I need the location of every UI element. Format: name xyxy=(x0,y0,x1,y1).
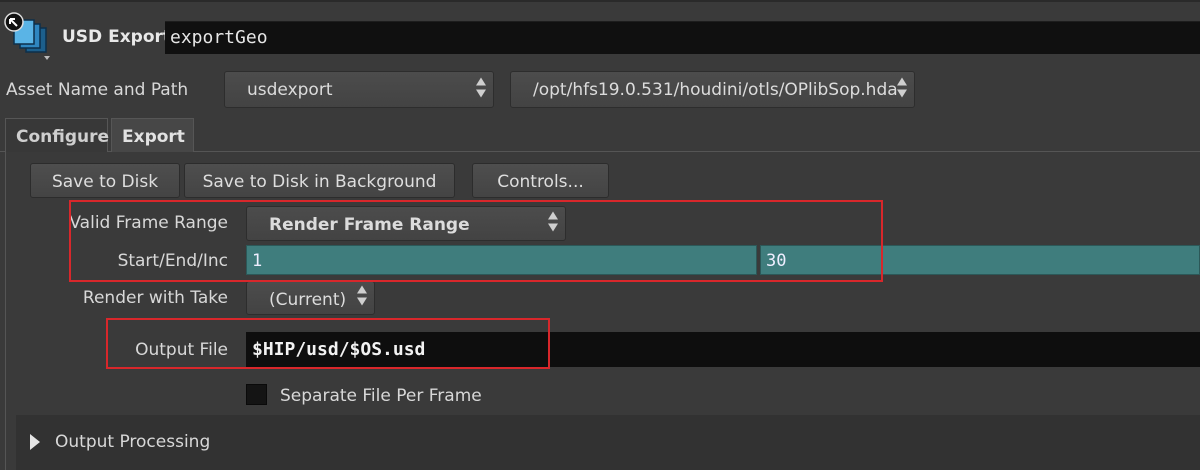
render-with-take-label: Render with Take xyxy=(82,288,228,308)
asset-name-path-label: Asset Name and Path xyxy=(6,80,189,100)
save-to-disk-button[interactable]: Save to Disk xyxy=(30,163,180,198)
asset-name-menu[interactable]: usdexport xyxy=(224,71,494,108)
top-border xyxy=(0,0,1200,2)
output-processing-label: Output Processing xyxy=(55,432,211,452)
save-to-disk-background-button[interactable]: Save to Disk in Background xyxy=(184,163,455,198)
up-down-arrows-icon xyxy=(475,75,487,104)
node-name-field[interactable]: exportGeo xyxy=(165,21,1200,54)
tab-export[interactable]: Export xyxy=(111,118,194,152)
render-with-take-menu[interactable]: (Current) xyxy=(246,281,375,315)
asset-path-value: /opt/hfs19.0.531/houdini/otls/OPlibSop.h… xyxy=(533,80,898,100)
tab-configure[interactable]: Configure xyxy=(5,118,109,152)
frame-range-highlight-box xyxy=(69,200,883,282)
node-type-label: USD Export xyxy=(62,27,172,47)
separate-file-per-frame-checkbox[interactable] xyxy=(246,384,267,405)
asset-path-menu[interactable]: /opt/hfs19.0.531/houdini/otls/OPlibSop.h… xyxy=(510,71,915,108)
expand-arrow-icon[interactable] xyxy=(28,433,42,456)
up-down-arrows-icon xyxy=(356,284,368,313)
take-value: (Current) xyxy=(269,290,347,310)
controls-button[interactable]: Controls... xyxy=(472,163,609,198)
output-file-highlight-box xyxy=(106,318,550,369)
up-down-arrows-icon xyxy=(896,75,908,104)
usd-export-icon xyxy=(4,12,58,62)
separate-file-per-frame-label: Separate File Per Frame xyxy=(280,386,482,406)
asset-name-value: usdexport xyxy=(247,80,333,100)
